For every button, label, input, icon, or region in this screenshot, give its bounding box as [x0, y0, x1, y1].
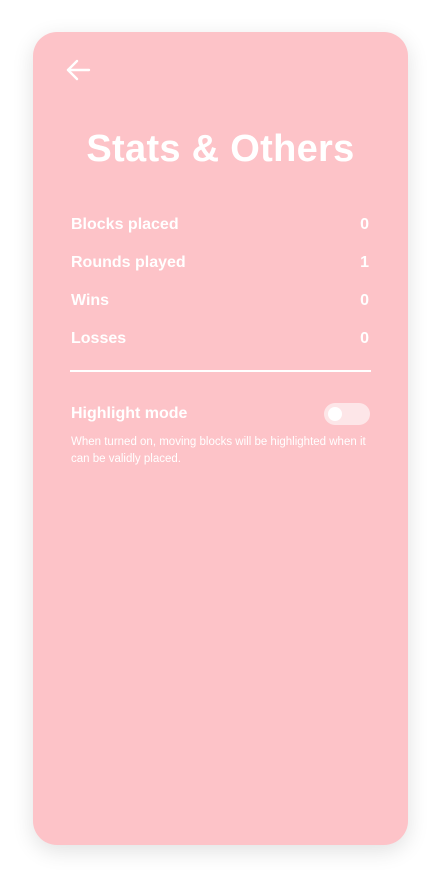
divider — [70, 370, 371, 372]
stat-row-wins: Wins 0 — [71, 282, 369, 320]
stat-label: Losses — [71, 330, 127, 347]
stat-value: 0 — [360, 216, 369, 233]
highlight-mode-label: Highlight mode — [71, 405, 188, 422]
stat-value: 0 — [360, 292, 369, 309]
stat-value: 1 — [360, 254, 369, 271]
back-button[interactable] — [65, 58, 91, 82]
highlight-mode-description: When turned on, moving blocks will be hi… — [71, 436, 366, 465]
stat-row-rounds-played: Rounds played 1 — [71, 244, 369, 282]
stat-label: Wins — [71, 292, 110, 309]
toggle-knob — [328, 407, 342, 421]
stats-list: Blocks placed 0 Rounds played 1 Wins 0 L… — [71, 206, 369, 358]
stat-row-blocks-placed: Blocks placed 0 — [71, 206, 369, 244]
stats-screen: Stats & Others Blocks placed 0 Rounds pl… — [33, 32, 408, 845]
page-title: Stats & Others — [86, 128, 355, 170]
stat-label: Rounds played — [71, 254, 186, 271]
arrow-left-icon — [65, 58, 91, 82]
highlight-mode-toggle[interactable] — [324, 403, 370, 425]
stat-value: 0 — [360, 330, 369, 347]
stat-row-losses: Losses 0 — [71, 320, 369, 358]
highlight-mode-setting: Highlight mode When turned on, moving bl… — [71, 402, 370, 468]
stat-label: Blocks placed — [71, 216, 179, 233]
